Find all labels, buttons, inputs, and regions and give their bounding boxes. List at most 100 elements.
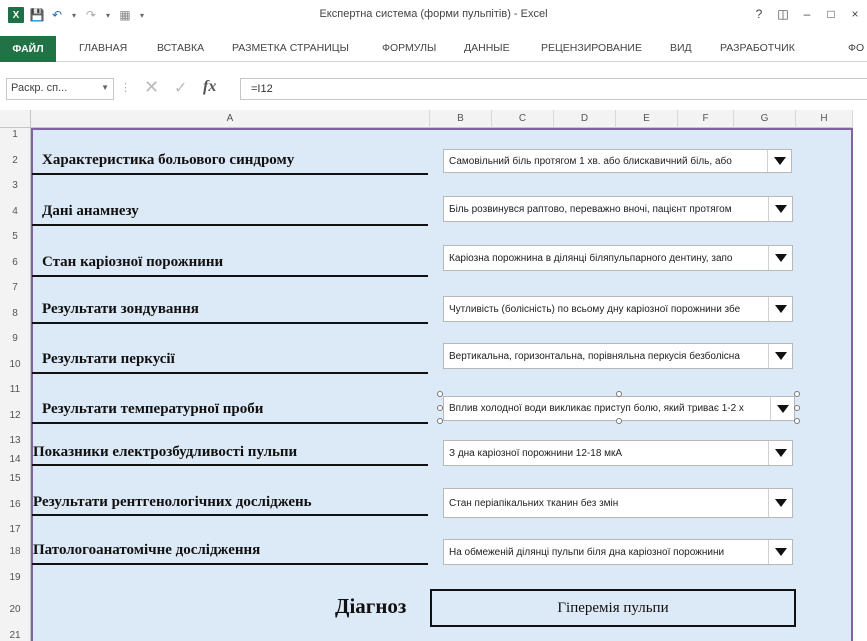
column-header-d[interactable]: D — [554, 110, 616, 128]
row-header-6[interactable]: 6 — [0, 243, 31, 281]
cancel-icon[interactable]: ✕ — [144, 77, 159, 98]
combo-anamnesis[interactable]: Біль розвинувся раптово, переважно вночі… — [443, 196, 793, 222]
resize-handle[interactable] — [437, 418, 443, 424]
tab-view[interactable]: ВИД — [670, 42, 692, 54]
help-button[interactable]: ? — [747, 4, 771, 24]
row-header-5[interactable]: 5 — [0, 230, 31, 243]
field-label-pain-syndrome: Характеристика больового синдрому — [42, 152, 295, 168]
field-underline — [32, 422, 428, 424]
resize-handle[interactable] — [437, 405, 443, 411]
row-header-10[interactable]: 10 — [0, 345, 31, 383]
tab-formulas[interactable]: ФОРМУЛЫ — [382, 42, 436, 54]
tab-format[interactable]: ФО — [848, 42, 864, 54]
combo-value: Біль розвинувся раптово, переважно вночі… — [449, 203, 732, 215]
row-header-1[interactable]: 1 — [0, 128, 31, 141]
dropdown-arrow-icon[interactable] — [768, 246, 792, 270]
maximize-button[interactable]: □ — [819, 4, 843, 24]
combo-pain-syndrome[interactable]: Самовільний біль протягом 1 хв. або блис… — [443, 149, 792, 173]
row-header-12[interactable]: 12 — [0, 396, 31, 434]
row-header-18[interactable]: 18 — [0, 536, 31, 566]
insert-function-icon[interactable]: fx — [203, 78, 216, 96]
row-header-8[interactable]: 8 — [0, 294, 31, 332]
row-header-3[interactable]: 3 — [0, 179, 31, 192]
row-header-14[interactable]: 14 — [0, 447, 31, 472]
combo-value: Каріозна порожнина в ділянці біляпульпар… — [449, 252, 733, 264]
dropdown-arrow-icon[interactable] — [768, 197, 792, 221]
column-h-cells — [853, 128, 867, 641]
minimize-button[interactable]: – — [795, 4, 819, 24]
dropdown-arrow-icon[interactable] — [768, 540, 792, 564]
select-all-corner[interactable] — [0, 110, 31, 128]
column-header-a[interactable]: A — [31, 110, 430, 128]
enter-check-icon[interactable]: ✓ — [174, 78, 187, 98]
field-label-radiology: Результати рентгенологічних досліджень — [33, 494, 312, 510]
resize-handle[interactable] — [437, 391, 443, 397]
resize-handle[interactable] — [616, 391, 622, 397]
field-label-anamnesis: Дані анамнезу — [42, 203, 139, 219]
field-underline — [32, 514, 428, 516]
formula-bar: Раскр. сп... ▼ ⋮ ✕ ✓ fx =I12 — [0, 76, 867, 102]
combo-value: Вертикальна, горизонтальна, порівняльна … — [449, 350, 740, 362]
row-header-11[interactable]: 11 — [0, 383, 31, 396]
row-header-16[interactable]: 16 — [0, 485, 31, 523]
field-label-percussion: Результати перкусії — [42, 351, 175, 367]
dropdown-arrow-icon[interactable] — [768, 297, 792, 321]
resize-handle[interactable] — [616, 418, 622, 424]
row-header-15[interactable]: 15 — [0, 472, 31, 485]
combo-probing[interactable]: Чутливість (болісність) по всьому дну ка… — [443, 296, 793, 322]
tab-page-layout[interactable]: РАЗМЕТКА СТРАНИЦЫ — [232, 42, 349, 54]
combo-value: З дна каріозної порожнини 12-18 мкА — [449, 447, 623, 459]
combo-carious-cavity[interactable]: Каріозна порожнина в ділянці біляпульпар… — [443, 245, 793, 271]
field-underline — [32, 563, 428, 565]
diagnosis-result[interactable]: Гіперемія пульпи — [430, 589, 796, 627]
dropdown-arrow-icon[interactable] — [768, 489, 792, 517]
column-header-h[interactable]: H — [796, 110, 853, 128]
column-header-f[interactable]: F — [678, 110, 734, 128]
resize-handle[interactable] — [794, 405, 800, 411]
row-header-19[interactable]: 19 — [0, 566, 31, 588]
resize-handle[interactable] — [794, 418, 800, 424]
dropdown-arrow-icon[interactable] — [767, 150, 791, 172]
window-title: Експертна система (форми пульпітів) - Ex… — [319, 8, 548, 20]
tab-developer[interactable]: РАЗРАБОТЧИК — [720, 42, 795, 54]
combo-pathoanatomy[interactable]: На обмеженій ділянці пульпи біля дна кар… — [443, 539, 793, 565]
row-header-2[interactable]: 2 — [0, 141, 31, 179]
tab-file[interactable]: ФАЙЛ — [0, 36, 56, 62]
dropdown-arrow-icon[interactable] — [770, 397, 794, 420]
combo-value: Вплив холодної води викликає приступ бол… — [449, 403, 744, 414]
row-header-9[interactable]: 9 — [0, 332, 31, 345]
ribbon-tabs: ФАЙЛ ГЛАВНАЯ ВСТАВКА РАЗМЕТКА СТРАНИЦЫ Ф… — [0, 36, 867, 62]
column-header-b[interactable]: B — [430, 110, 492, 128]
field-underline — [32, 275, 428, 277]
tab-insert[interactable]: ВСТАВКА — [157, 42, 204, 54]
row-header-4[interactable]: 4 — [0, 192, 31, 230]
row-header-7[interactable]: 7 — [0, 281, 31, 294]
field-label-probing: Результати зондування — [42, 301, 199, 317]
dropdown-arrow-icon[interactable] — [768, 441, 792, 465]
tab-data[interactable]: ДАННЫЕ — [464, 42, 510, 54]
name-box[interactable]: Раскр. сп... ▼ — [6, 78, 114, 100]
formula-input[interactable]: =I12 — [240, 78, 867, 100]
field-underline — [32, 464, 428, 466]
title-bar: X 💾 ↶ ▾ ↷ ▾ ▦ ▾ Експертна система (форми… — [0, 0, 867, 36]
tab-review[interactable]: РЕЦЕНЗИРОВАНИЕ — [541, 42, 642, 54]
combo-radiology[interactable]: Стан періапікальних тканин без змін — [443, 488, 793, 518]
name-box-value: Раскр. сп... — [11, 82, 68, 94]
column-header-g[interactable]: G — [734, 110, 796, 128]
dropdown-arrow-icon[interactable] — [768, 344, 792, 368]
close-button[interactable]: × — [843, 4, 867, 24]
column-header-c[interactable]: C — [492, 110, 554, 128]
field-label-electroexcitability: Показники електрозбудливості пульпи — [33, 444, 298, 460]
ribbon-display-options-icon[interactable]: ◫ — [771, 4, 795, 24]
tab-home[interactable]: ГЛАВНАЯ — [79, 42, 127, 54]
row-header-17[interactable]: 17 — [0, 523, 31, 536]
combo-electroexcitability[interactable]: З дна каріозної порожнини 12-18 мкА — [443, 440, 793, 466]
combo-percussion[interactable]: Вертикальна, горизонтальна, порівняльна … — [443, 343, 793, 369]
row-header-13[interactable]: 13 — [0, 434, 31, 447]
field-label-carious-cavity: Стан каріозної порожнини — [42, 254, 224, 270]
column-header-e[interactable]: E — [616, 110, 678, 128]
row-header-20[interactable]: 20 — [0, 588, 31, 630]
name-box-dropdown-icon[interactable]: ▼ — [101, 83, 109, 92]
resize-handle[interactable] — [794, 391, 800, 397]
row-header-21[interactable]: 21 — [0, 630, 31, 641]
